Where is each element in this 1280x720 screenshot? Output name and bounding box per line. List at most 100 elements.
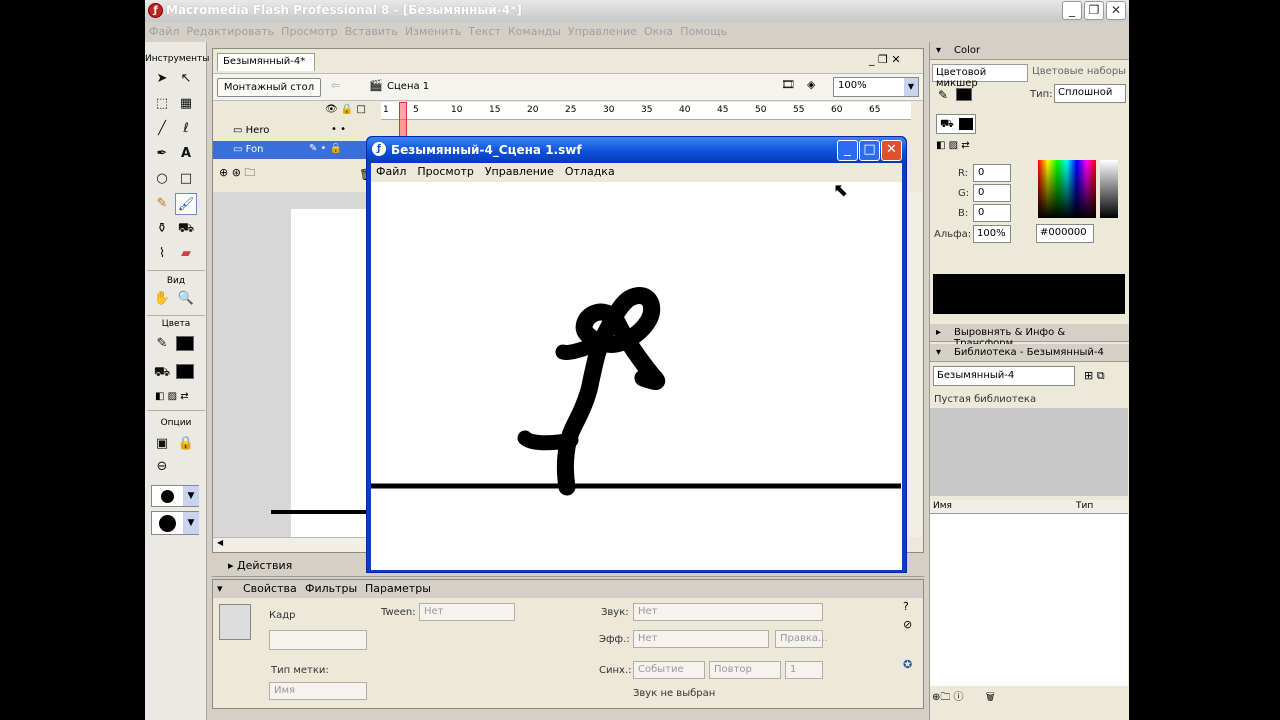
mixer-stroke-swatch[interactable] [956,88,972,101]
zoom-tool-icon[interactable]: 🔍 [175,288,197,310]
ink-bottle-tool-icon[interactable]: ⚱ [151,218,173,240]
edit-symbols-icon[interactable]: ◈ [807,78,815,91]
stroke-color-swatch[interactable] [176,336,194,351]
swf-menu-control[interactable]: Управление [480,163,560,178]
layer-visibility-icons[interactable]: 👁 🔒 □ [325,104,366,115]
doc-window-controls[interactable]: _ ❐ ✕ [869,53,901,66]
edit-icon[interactable]: ⊘ [903,618,912,631]
tab-parameters[interactable]: Параметры [365,582,431,595]
swf-menu-file[interactable]: Файл [371,163,412,178]
edit-scene-icon[interactable]: 🎞 [781,78,795,91]
brightness-slider[interactable] [1100,160,1118,218]
brush-shape-dropdown[interactable]: ▼ [151,511,199,535]
fill-transform-tool-icon[interactable]: ▦ [175,93,197,115]
swf-minimize-button[interactable]: _ [837,140,858,161]
text-tool-icon[interactable]: A [175,143,197,165]
brush-tool-icon[interactable]: 🖌 [175,193,197,215]
edit-effect-button[interactable]: Правка... [775,630,828,648]
layer-dots[interactable]: • • [331,124,346,135]
eraser-tool-icon[interactable]: ▰ [175,243,197,265]
repeat-select[interactable]: Повтор [709,661,781,679]
restore-button[interactable]: ❐ [1084,1,1104,20]
layer-row-hero[interactable]: ▭ Hero • • [213,122,373,140]
rectangle-tool-icon[interactable]: □ [175,168,197,190]
paint-bucket-tool-icon[interactable]: ⛟ [175,218,197,240]
swf-canvas[interactable]: ⬉ [371,180,902,570]
accessibility-icon[interactable]: ✪ [903,658,912,671]
menu-insert[interactable]: Вставить [341,22,401,38]
timeline-button[interactable]: Монтажный стол [217,78,321,97]
menu-text[interactable]: Текст [464,22,504,38]
col-type-header[interactable]: Тип [1076,501,1093,511]
pen-tool-icon[interactable]: ✒ [151,143,173,165]
library-document-select[interactable]: Безымянный-4 [933,366,1075,386]
color-panel-header[interactable]: ▾ Color [930,42,1129,60]
layer-buttons[interactable]: ⊕ ⊛ 🗀 [219,164,255,183]
frame-name-input[interactable] [269,630,367,650]
fill-type-select[interactable]: Сплошной [1054,84,1126,103]
library-footer-buttons[interactable]: ⊕🗀 ⓘ 🗑 [930,688,1128,706]
hex-input[interactable]: #000000 [1036,224,1094,243]
mixer-fill-swatch[interactable]: ⛟ [936,114,976,134]
sound-select[interactable]: Нет [633,603,823,621]
menu-edit[interactable]: Редактировать [182,22,277,38]
stage-vertical-scrollbar[interactable] [906,192,922,537]
brush-size-dropdown[interactable]: ▼ [151,485,199,507]
tab-color-mixer[interactable]: Цветовой микшер [932,64,1028,89]
fill-color-swatch[interactable] [176,364,194,379]
library-list[interactable] [930,514,1128,686]
pencil-icon[interactable]: ✎ • 🔒 [309,143,342,154]
swf-menu-debug[interactable]: Отладка [560,163,621,178]
menu-help[interactable]: Помощь [676,22,730,38]
r-input[interactable]: 0 [973,164,1011,182]
tab-color-swatches[interactable]: Цветовые наборы [1032,66,1126,77]
menu-modify[interactable]: Изменить [401,22,464,38]
layer-row-fon[interactable]: ▭ Fon ✎ • 🔒 [213,141,373,159]
col-name-header[interactable]: Имя [933,501,952,511]
align-panel-header[interactable]: ▸ Выровнять & Инфо & Трансформ... [930,324,1129,349]
sync-select[interactable]: Событие [633,661,705,679]
tab-properties[interactable]: Свойства [243,582,297,595]
library-pin-icon[interactable]: ⊞ ⧉ [1084,369,1105,383]
menu-window[interactable]: Окна [640,22,676,38]
alpha-input[interactable]: 100% [973,225,1011,243]
minimize-button[interactable]: _ [1062,1,1082,20]
free-transform-tool-icon[interactable]: ⬚ [151,93,173,115]
lasso-tool-icon[interactable]: ℓ [175,118,197,140]
selection-tool-icon[interactable]: ➤ [151,68,173,90]
effect-select[interactable]: Нет [633,630,769,648]
swf-maximize-button[interactable]: □ [859,140,880,161]
swf-title-bar[interactable]: ƒ Безымянный-4_Сцена 1.swf _ □ ✕ [367,137,906,163]
document-tab[interactable]: Безымянный-4* [217,53,315,71]
b-input[interactable]: 0 [973,204,1011,222]
line-tool-icon[interactable]: ╱ [151,118,173,140]
pencil-tool-icon[interactable]: ✎ [151,193,173,215]
library-panel-header[interactable]: ▾ Библиотека - Безымянный-4 [930,344,1129,362]
lock-fill-icon[interactable]: 🔒 [175,433,197,455]
collapse-arrow-icon[interactable]: ▾ [217,582,223,595]
subselection-tool-icon[interactable]: ↖ [175,68,197,90]
hand-tool-icon[interactable]: ✋ [151,288,173,310]
tween-select[interactable]: Нет [419,603,515,621]
zoom-dropdown[interactable]: 100% ▼ [833,77,919,97]
repeat-count-input[interactable]: 1 [785,661,823,679]
help-icon[interactable]: ? [903,600,909,613]
oval-tool-icon[interactable]: ○ [151,168,173,190]
menu-file[interactable]: Файл [145,22,182,38]
swf-close-button[interactable]: ✕ [881,140,902,161]
tab-filters[interactable]: Фильтры [305,582,357,595]
menu-control[interactable]: Управление [564,22,640,38]
brush-mode-icon[interactable]: ⊖ [151,456,173,478]
close-button[interactable]: ✕ [1106,1,1126,20]
menu-commands[interactable]: Команды [504,22,564,38]
back-arrow-icon[interactable]: ⇦ [331,79,340,92]
object-drawing-icon[interactable]: ▣ [151,433,173,455]
swap-colors-icon[interactable]: ◧ ▨ ⇄ [936,140,970,151]
swf-menu-view[interactable]: Просмотр [412,163,479,178]
swap-colors-icon[interactable]: ◧ ▨ ⇄ [155,391,189,402]
menu-view[interactable]: Просмотр [277,22,340,38]
label-type-select[interactable]: Имя [269,682,367,700]
eyedropper-tool-icon[interactable]: ⌇ [151,243,173,265]
color-spectrum[interactable] [1038,160,1096,218]
g-input[interactable]: 0 [973,184,1011,202]
